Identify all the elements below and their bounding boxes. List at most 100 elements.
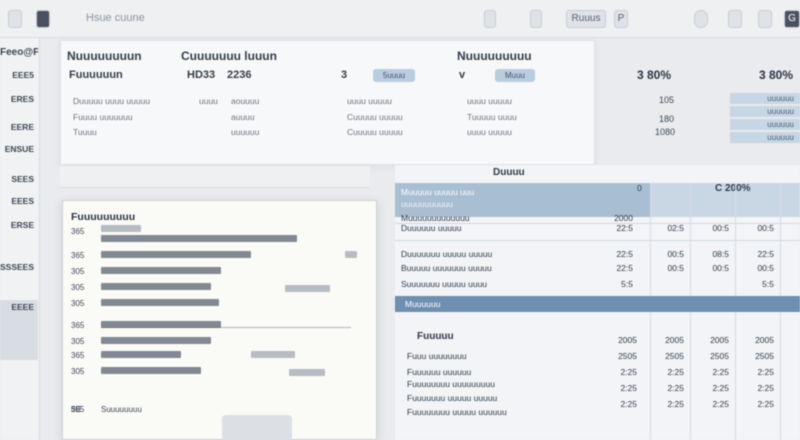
grid-row-label[interactable]: Duuuuuuu uuuuu uuuuu — [401, 249, 492, 259]
grid-header-num: 0 — [637, 183, 642, 193]
grid-header-sub: uuuuuuuuuuu — [401, 199, 454, 209]
line-number: 305 — [71, 283, 85, 292]
sidebar-item[interactable]: SEES — [0, 172, 38, 186]
highlight-cell[interactable]: uuuuuu — [730, 106, 800, 117]
sub-row-value: uuuu — [199, 96, 218, 106]
sub-row-value: auuuu — [231, 112, 255, 122]
profile-button[interactable]: G — [784, 10, 800, 28]
bottom-tab[interactable] — [222, 415, 292, 440]
sub-row-value: Tuuuuu uuuu — [467, 112, 517, 122]
grid-cell[interactable]: 00:5 — [689, 263, 729, 273]
grid-cell[interactable]: 00:5 — [689, 223, 729, 233]
sidebar-item[interactable]: ERSE — [0, 218, 38, 232]
app-menu-icon[interactable] — [8, 10, 22, 28]
grid-cell[interactable]: 2:25 — [644, 399, 684, 409]
grid-cell[interactable]: 08:5 — [689, 249, 729, 259]
sub-row-value: Cuuuuu uuuuu — [347, 127, 403, 137]
grid-row-label[interactable]: Fuuuuuuuu uuuuuuuuu — [407, 379, 495, 389]
sidebar-item-active[interactable]: EEEE — [0, 300, 38, 360]
line-number: 365 — [71, 227, 85, 236]
grid-cell[interactable]: 2:25 — [734, 367, 774, 377]
sidebar-item[interactable]: EEE5 — [0, 68, 38, 82]
text-line — [101, 321, 221, 328]
grid-cell[interactable]: 2005 — [734, 335, 774, 345]
line-number: 305 — [71, 337, 85, 346]
grid-title: Duuuu — [493, 167, 525, 178]
highlight-cell[interactable]: uuuuuu — [730, 119, 800, 130]
status-pill[interactable]: 5uuuu — [373, 69, 415, 82]
settings-icon[interactable] — [728, 10, 742, 28]
grid-row-label[interactable]: Duuuuuu uuuuu — [401, 223, 462, 233]
sidebar-title: Feeo@P — [0, 47, 38, 58]
grid-cell[interactable]: 2:25 — [644, 367, 684, 377]
grid-cell[interactable]: 22:5 — [593, 223, 633, 233]
grid-cell[interactable]: 00:5 — [644, 263, 684, 273]
grid-cell[interactable]: 2:25 — [597, 367, 637, 377]
grid-cell[interactable]: 00:5 — [734, 263, 774, 273]
grid-cell[interactable]: 5:5 — [593, 279, 633, 289]
grid-cell[interactable]: 2005 — [689, 335, 729, 345]
grid-cell[interactable]: 2505 — [734, 351, 774, 361]
grid-cell[interactable]: 2:25 — [734, 399, 774, 409]
grid-cell[interactable]: 2505 — [644, 351, 684, 361]
sub-row-value: uuuu uuuuu — [347, 96, 392, 106]
grid-cell[interactable]: 2:25 — [644, 383, 684, 393]
summary-cell: 1080 — [655, 127, 676, 137]
grid-cell[interactable]: 00:5 — [644, 249, 684, 259]
window-icon[interactable] — [36, 10, 50, 28]
top-toolbar: Hsue cuune Ruuus P G — [0, 0, 800, 38]
right-summary: 3 80% 3 80% 105 180 1080 uuuuuu uuuuuu u… — [595, 40, 800, 165]
grid-row-label[interactable]: Fuuuuuuu uuuuu uuuuu — [407, 393, 497, 403]
grid-row-label[interactable]: Buuuuu uuuuuuu uuuuu — [401, 263, 492, 273]
sub-row-value: uuuu uuuuu — [467, 96, 512, 106]
grid-row-label[interactable]: Fuuuuuuuu uuuuu uuuuuu — [407, 407, 507, 417]
highlight-cell[interactable]: uuuuuu — [730, 132, 800, 143]
sidebar-item[interactable]: ERES — [0, 92, 38, 106]
selected-row-label: Muuuuuu — [405, 299, 441, 309]
grid-row-label[interactable]: Suuuuuuu uuuuu uuuu — [401, 279, 487, 289]
sidebar-item[interactable]: EERE — [0, 120, 38, 134]
grid-cell[interactable]: 2505 — [689, 351, 729, 361]
grid-row-label[interactable]: Fuuu uuuuuuuu — [407, 351, 467, 361]
grid-row-label[interactable]: Muuuuuuuuuuuuu — [401, 213, 470, 223]
nav-icon-2[interactable] — [530, 10, 542, 28]
status-pill[interactable]: Muuu — [495, 69, 535, 82]
sidebar-item[interactable]: EEES — [0, 194, 38, 208]
highlight-cell[interactable]: uuuuuu — [730, 93, 800, 104]
grid-cell[interactable]: 22:5 — [734, 249, 774, 259]
text-line — [101, 251, 251, 258]
grid-cell[interactable]: 2005 — [644, 335, 684, 345]
grid-cell[interactable]: 2:25 — [734, 383, 774, 393]
sidebar-item[interactable]: ENSUE — [0, 142, 38, 156]
selected-row[interactable] — [395, 296, 800, 312]
text-line — [285, 285, 330, 292]
grid-cell[interactable]: 02:5 — [644, 223, 684, 233]
section-title: Fuuuuu — [417, 331, 454, 342]
document-preview: Fuuuuuuuuu 365 365 305 305 305 365 305 3… — [62, 200, 377, 440]
toolbar-button-a[interactable]: Ruuus — [566, 10, 606, 28]
grid-cell[interactable]: 2:25 — [597, 383, 637, 393]
grid-header-right: C 200% — [715, 183, 751, 194]
text-line — [101, 283, 211, 290]
summary-cell: 105 — [659, 95, 675, 105]
grid-cell[interactable]: 2505 — [597, 351, 637, 361]
nav-icon[interactable] — [484, 10, 496, 28]
grid-cell[interactable]: 00:5 — [734, 223, 774, 233]
column-header: Nuuuuuuuuu — [457, 49, 532, 63]
grid-cell[interactable]: 2:25 — [689, 399, 729, 409]
line-number: 365 — [71, 251, 85, 260]
sidebar-item[interactable]: SSSEES — [0, 260, 38, 274]
search-input[interactable]: Hsue cuune — [86, 12, 145, 24]
grid-cell[interactable]: 5:5 — [734, 279, 774, 289]
grid-row-label[interactable]: Fuuuuuu uuuuuu — [407, 367, 471, 377]
grid-cell[interactable]: 22:5 — [593, 263, 633, 273]
grid-cell[interactable]: 2:25 — [597, 399, 637, 409]
help-icon[interactable] — [758, 10, 772, 28]
user-icon[interactable] — [694, 10, 708, 28]
grid-cell[interactable]: 2005 — [597, 335, 637, 345]
grid-cell[interactable]: 2:25 — [689, 367, 729, 377]
grid-cell[interactable]: 2:25 — [689, 383, 729, 393]
toolbar-button-b[interactable]: P — [614, 10, 628, 28]
grid-cell[interactable]: 22:5 — [593, 249, 633, 259]
grid-cell[interactable]: 2000 — [593, 213, 633, 223]
